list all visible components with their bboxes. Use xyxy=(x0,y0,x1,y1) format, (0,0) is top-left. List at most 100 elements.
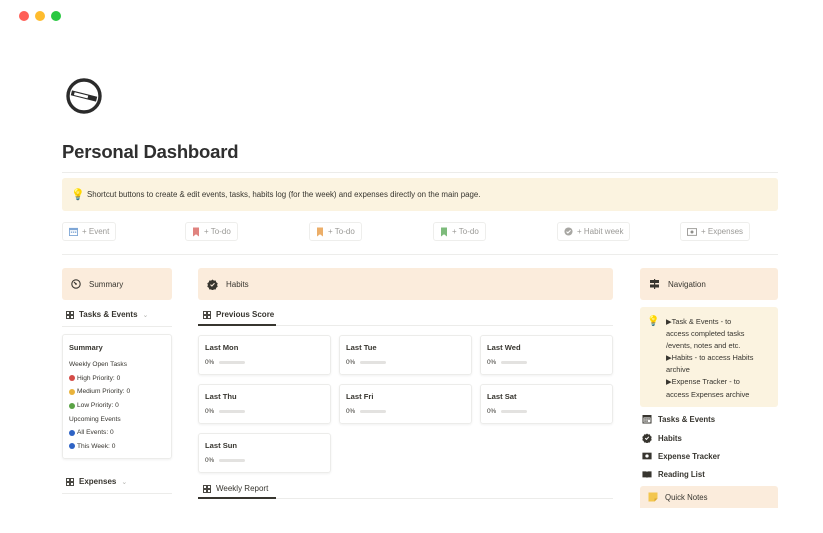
banknote-icon xyxy=(687,227,697,236)
add-todo-low-label: + To-do xyxy=(452,227,479,236)
gauge-icon xyxy=(71,279,81,289)
quick-notes-callout[interactable]: Quick Notes xyxy=(640,486,778,508)
lightbulb-icon: 💡 xyxy=(647,316,660,327)
score-progress-bar xyxy=(501,361,528,364)
callout-line: ▶Habits - to access Habits xyxy=(666,353,754,363)
close-window-button[interactable] xyxy=(19,11,29,21)
score-card[interactable]: Last Tue 0% xyxy=(339,335,472,375)
maximize-window-button[interactable] xyxy=(51,11,61,21)
add-habit-week-button[interactable]: + Habit week xyxy=(557,222,631,241)
summary-card[interactable]: Summary Weekly Open Tasks High Priority:… xyxy=(62,334,172,459)
previous-score-tab-label: Previous Score xyxy=(216,310,275,319)
score-value: 0% xyxy=(487,359,497,366)
red-circle-icon xyxy=(69,375,75,382)
quick-notes-label: Quick Notes xyxy=(665,492,708,502)
add-todo-high-button[interactable]: + To-do xyxy=(185,222,238,241)
lightbulb-icon: 💡 xyxy=(71,189,85,201)
score-label: Last Sun xyxy=(205,441,238,450)
bookmark-green-icon xyxy=(441,227,447,236)
add-event-button[interactable]: + Event xyxy=(62,222,117,241)
add-expenses-label: + Expenses xyxy=(701,227,744,236)
score-card[interactable]: Last Wed 0% xyxy=(480,335,613,375)
signpost-icon xyxy=(650,279,659,289)
add-habit-week-label: + Habit week xyxy=(577,227,624,236)
add-event-label: + Event xyxy=(82,227,110,236)
nav-link-label: Tasks & Events xyxy=(658,414,716,424)
habits-header-label: Habits xyxy=(226,279,249,289)
tab-divider xyxy=(62,326,172,327)
score-progress-bar xyxy=(219,410,246,413)
previous-score-view-tab[interactable]: Previous Score xyxy=(203,310,274,319)
gallery-icon xyxy=(203,484,211,493)
add-todo-low-button[interactable]: + To-do xyxy=(433,222,486,241)
score-card[interactable]: Last Sat 0% xyxy=(480,384,613,424)
verified-badge-icon xyxy=(642,433,652,443)
check-circle-icon xyxy=(564,227,573,236)
summary-row: Low Priority: 0 xyxy=(69,399,165,413)
score-label: Last Thu xyxy=(205,392,237,401)
no-smoking-icon[interactable] xyxy=(66,78,102,114)
navigation-header: Navigation xyxy=(640,268,778,300)
score-value: 0% xyxy=(346,359,356,366)
calendar-icon xyxy=(642,415,652,424)
weekly-report-view-tab[interactable]: Weekly Report xyxy=(203,484,268,493)
callout-line: ▶Task & Events - to xyxy=(666,317,732,326)
gallery-icon xyxy=(66,477,74,486)
minimize-window-button[interactable] xyxy=(35,11,45,21)
add-todo-high-label: + To-do xyxy=(204,227,231,236)
active-tab-indicator xyxy=(198,324,276,326)
summary-row-label: All Events: 0 xyxy=(77,429,114,437)
score-label: Last Mon xyxy=(205,343,239,352)
score-card[interactable]: Last Fri 0% xyxy=(339,384,472,424)
summary-row: Medium Priority: 0 xyxy=(69,385,165,399)
nav-link-reading-list[interactable]: Reading List xyxy=(642,467,705,481)
verified-badge-icon xyxy=(207,279,218,290)
summary-row: Upcoming Events xyxy=(69,412,165,426)
green-circle-icon xyxy=(69,402,75,409)
score-card[interactable]: Last Thu 0% xyxy=(198,384,331,424)
callout-line: access Expenses archive xyxy=(666,389,750,399)
page-title: Personal Dashboard xyxy=(62,141,239,162)
score-card[interactable]: Last Sun 0% xyxy=(198,433,331,473)
nav-link-expense-tracker[interactable]: Expense Tracker xyxy=(642,449,720,463)
tasks-events-view-tab[interactable]: Tasks & Events ⌄ xyxy=(66,310,148,319)
sticky-note-icon xyxy=(648,492,658,502)
score-progress-bar xyxy=(219,361,246,364)
summary-row-label: Weekly Open Tasks xyxy=(69,361,128,369)
add-todo-medium-button[interactable]: + To-do xyxy=(309,222,362,241)
gallery-icon xyxy=(66,310,74,319)
summary-row: High Priority: 0 xyxy=(69,372,165,386)
expenses-view-tab[interactable]: Expenses ⌄ xyxy=(66,477,127,486)
bookmark-red-icon xyxy=(193,227,199,236)
chevron-down-icon: ⌄ xyxy=(142,311,149,319)
nav-link-label: Habits xyxy=(658,433,682,443)
score-value: 0% xyxy=(205,457,215,464)
summary-row: All Events: 0 xyxy=(69,426,165,440)
gallery-icon xyxy=(203,310,211,319)
nav-link-tasks-events[interactable]: Tasks & Events xyxy=(642,412,715,426)
navigation-header-label: Navigation xyxy=(668,279,706,289)
score-progress-bar xyxy=(501,410,528,413)
calendar-icon xyxy=(69,227,78,236)
score-value: 0% xyxy=(205,408,215,415)
summary-row-label: High Priority: 0 xyxy=(77,374,121,382)
summary-header-label: Summary xyxy=(89,279,124,289)
nav-link-habits[interactable]: Habits xyxy=(642,431,682,445)
section-divider xyxy=(62,254,778,255)
window-controls xyxy=(19,11,61,21)
nav-link-label: Expense Tracker xyxy=(658,451,720,461)
callout-line: ▶Expense Tracker - to xyxy=(666,377,740,387)
score-progress-bar xyxy=(360,410,387,413)
blue-circle-icon xyxy=(69,429,75,436)
score-label: Last Wed xyxy=(487,343,521,352)
book-icon xyxy=(642,470,652,478)
add-expenses-button[interactable]: + Expenses xyxy=(680,222,751,241)
yellow-circle-icon xyxy=(69,388,75,395)
navigation-callout: 💡 ▶Task & Events - to access completed t… xyxy=(640,307,778,407)
chevron-down-icon: ⌄ xyxy=(121,478,128,486)
score-card[interactable]: Last Mon 0% xyxy=(198,335,331,375)
title-divider xyxy=(62,172,778,173)
weekly-report-tab-label: Weekly Report xyxy=(216,484,269,493)
summary-row-label: Upcoming Events xyxy=(69,415,121,423)
banknote-icon xyxy=(642,452,652,460)
